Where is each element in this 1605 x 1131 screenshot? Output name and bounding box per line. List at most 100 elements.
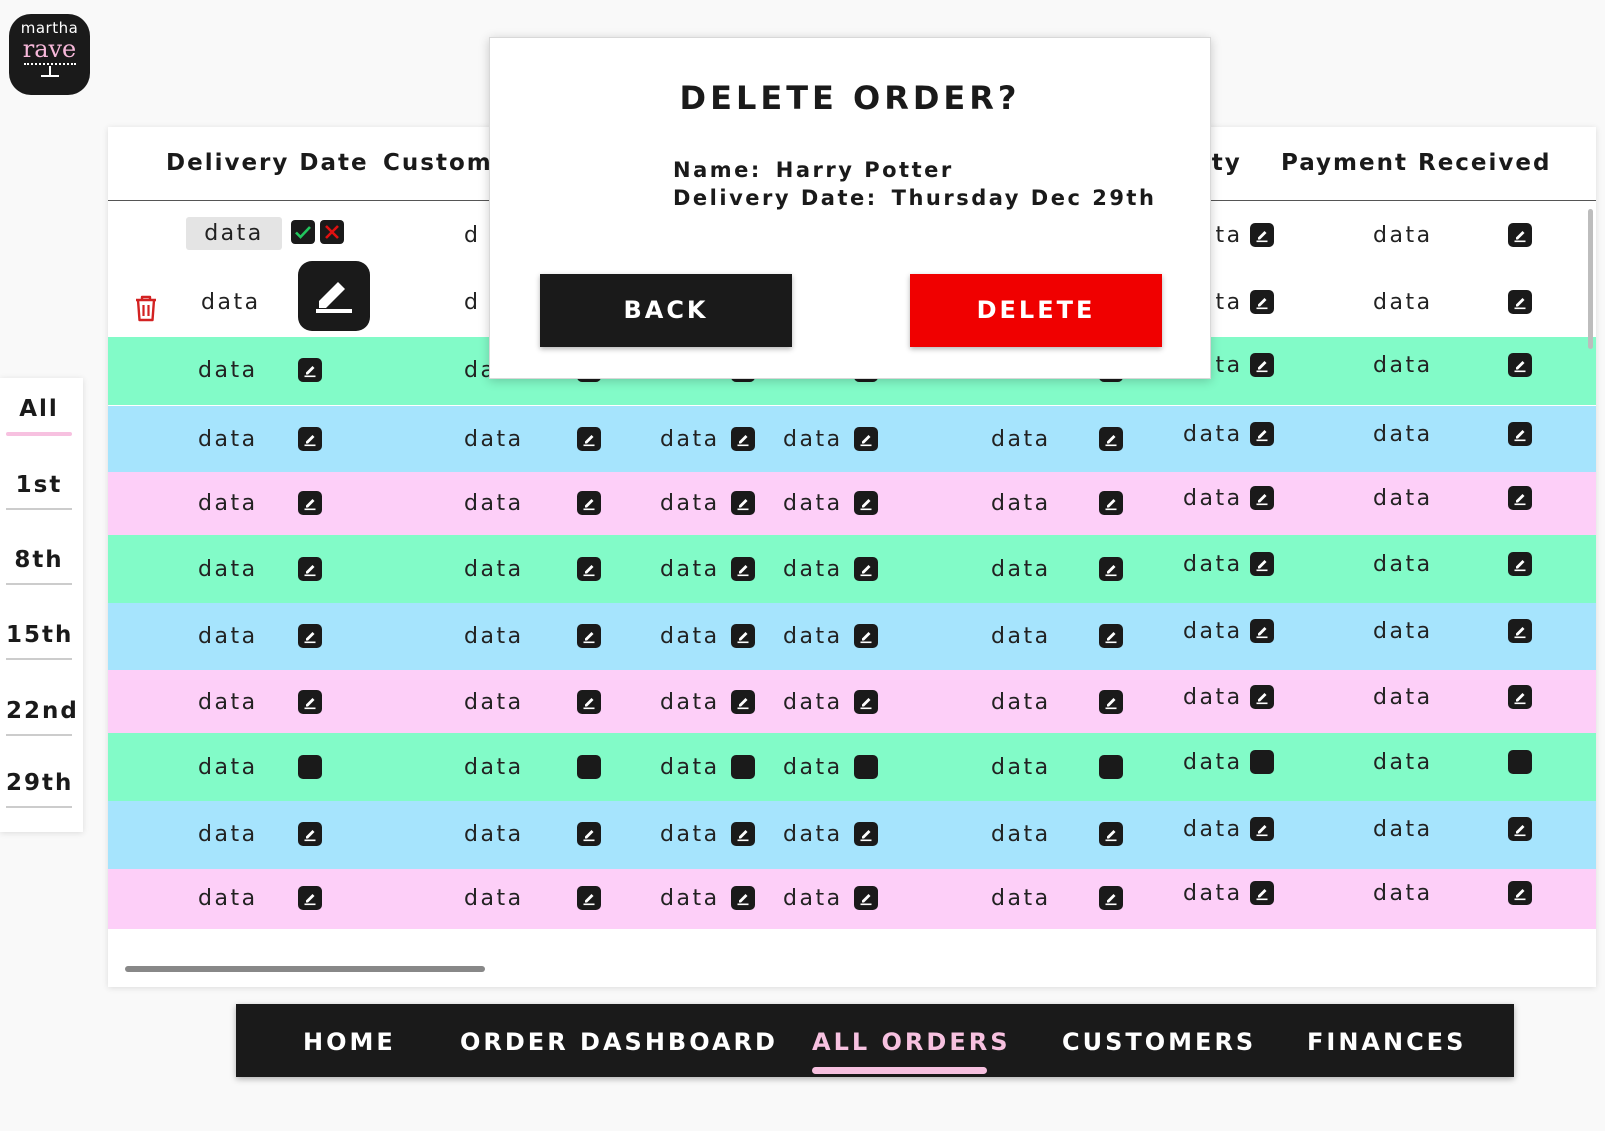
table-row[interactable]: data data data data data data data <box>108 406 1596 474</box>
edit-icon[interactable] <box>854 822 878 846</box>
delete-button[interactable]: DELETE <box>910 274 1162 347</box>
delivery-date-input[interactable]: data <box>186 217 282 250</box>
table-cell: data <box>198 690 258 715</box>
table-row[interactable]: data data data data data data data <box>108 472 1596 536</box>
edit-icon[interactable] <box>1508 552 1532 576</box>
edit-icon[interactable] <box>577 755 601 779</box>
edit-icon[interactable] <box>1250 223 1274 247</box>
edit-icon[interactable] <box>1099 690 1123 714</box>
close-icon[interactable] <box>320 220 344 244</box>
date-filter-item[interactable]: 8th <box>6 545 72 575</box>
table-row[interactable]: data data data data data data data <box>108 603 1596 671</box>
edit-icon[interactable] <box>1099 624 1123 648</box>
edit-icon[interactable] <box>1099 427 1123 451</box>
edit-icon[interactable] <box>1250 552 1274 576</box>
check-icon[interactable] <box>291 220 315 244</box>
edit-icon[interactable] <box>298 557 322 581</box>
edit-icon[interactable] <box>1250 750 1274 774</box>
edit-icon[interactable] <box>1099 886 1123 910</box>
edit-icon[interactable] <box>577 427 601 451</box>
table-row[interactable]: data data data data data data data <box>108 869 1596 929</box>
edit-icon[interactable] <box>1508 881 1532 905</box>
edit-icon[interactable] <box>1508 223 1532 247</box>
nav-home[interactable]: HOME <box>303 1028 396 1056</box>
edit-icon[interactable] <box>1250 353 1274 377</box>
nav-all-orders[interactable]: ALL ORDERS <box>812 1028 1010 1056</box>
pencil-icon[interactable] <box>298 261 370 331</box>
date-filter-item[interactable]: All <box>6 394 72 424</box>
edit-icon[interactable] <box>298 755 322 779</box>
edit-icon[interactable] <box>1508 619 1532 643</box>
edit-icon[interactable] <box>1099 557 1123 581</box>
table-row[interactable]: data data data data data data data <box>108 733 1596 803</box>
date-filter-divider <box>6 508 72 510</box>
date-filter-item[interactable]: 1st <box>6 470 72 500</box>
edit-icon[interactable] <box>298 427 322 451</box>
edit-icon[interactable] <box>1250 486 1274 510</box>
nav-customers[interactable]: CUSTOMERS <box>1062 1028 1256 1056</box>
date-filter-item[interactable]: 22nd <box>6 696 77 726</box>
table-row[interactable]: data data data data data data data <box>108 535 1596 605</box>
edit-icon[interactable] <box>1508 817 1532 841</box>
edit-icon[interactable] <box>1508 486 1532 510</box>
trash-icon[interactable] <box>133 294 159 322</box>
vertical-scrollbar[interactable] <box>1588 209 1593 349</box>
edit-icon[interactable] <box>298 624 322 648</box>
edit-icon[interactable] <box>1508 353 1532 377</box>
table-row[interactable]: data data data data data data data <box>108 801 1596 869</box>
horizontal-scrollbar[interactable] <box>125 966 485 972</box>
edit-icon[interactable] <box>731 755 755 779</box>
edit-icon[interactable] <box>1099 491 1123 515</box>
edit-icon[interactable] <box>731 624 755 648</box>
edit-icon[interactable] <box>298 822 322 846</box>
edit-icon[interactable] <box>577 886 601 910</box>
date-filter-item[interactable]: 29th <box>6 768 72 798</box>
edit-icon[interactable] <box>1099 822 1123 846</box>
edit-icon[interactable] <box>854 624 878 648</box>
edit-icon[interactable] <box>1508 750 1532 774</box>
edit-icon[interactable] <box>854 690 878 714</box>
date-filter-divider <box>6 658 72 660</box>
edit-icon[interactable] <box>1250 881 1274 905</box>
edit-icon[interactable] <box>577 822 601 846</box>
edit-icon[interactable] <box>731 822 755 846</box>
martha-rave-logo[interactable]: martha rave <box>9 14 90 95</box>
edit-icon[interactable] <box>298 358 322 382</box>
edit-icon[interactable] <box>577 557 601 581</box>
date-filter-item[interactable]: 15th <box>6 620 72 650</box>
back-button[interactable]: BACK <box>540 274 792 347</box>
column-header[interactable]: Delivery Date <box>166 150 369 176</box>
edit-icon[interactable] <box>298 886 322 910</box>
edit-icon[interactable] <box>854 755 878 779</box>
edit-icon[interactable] <box>1250 619 1274 643</box>
edit-icon[interactable] <box>298 690 322 714</box>
edit-icon[interactable] <box>854 491 878 515</box>
edit-icon[interactable] <box>731 690 755 714</box>
edit-icon[interactable] <box>1099 755 1123 779</box>
table-cell: data <box>660 755 720 780</box>
edit-icon[interactable] <box>731 886 755 910</box>
edit-icon[interactable] <box>577 491 601 515</box>
edit-icon[interactable] <box>577 624 601 648</box>
edit-icon[interactable] <box>1250 685 1274 709</box>
edit-icon[interactable] <box>1250 817 1274 841</box>
edit-icon[interactable] <box>1250 290 1274 314</box>
edit-icon[interactable] <box>298 491 322 515</box>
edit-icon[interactable] <box>854 886 878 910</box>
order-summary: Name: Harry Potter Delivery Date: Thursday… <box>673 156 1156 212</box>
column-header[interactable]: Payment Received <box>1281 150 1551 176</box>
edit-icon[interactable] <box>1508 290 1532 314</box>
edit-icon[interactable] <box>577 690 601 714</box>
edit-icon[interactable] <box>731 427 755 451</box>
column-header[interactable]: Custom <box>383 150 493 176</box>
edit-icon[interactable] <box>1508 422 1532 446</box>
edit-icon[interactable] <box>731 557 755 581</box>
edit-icon[interactable] <box>731 491 755 515</box>
edit-icon[interactable] <box>854 427 878 451</box>
edit-icon[interactable] <box>854 557 878 581</box>
table-row[interactable]: data data data data data data data <box>108 670 1596 735</box>
edit-icon[interactable] <box>1250 422 1274 446</box>
nav-finances[interactable]: FINANCES <box>1307 1028 1466 1056</box>
edit-icon[interactable] <box>1508 685 1532 709</box>
nav-order-dashboard[interactable]: ORDER DASHBOARD <box>460 1028 778 1056</box>
